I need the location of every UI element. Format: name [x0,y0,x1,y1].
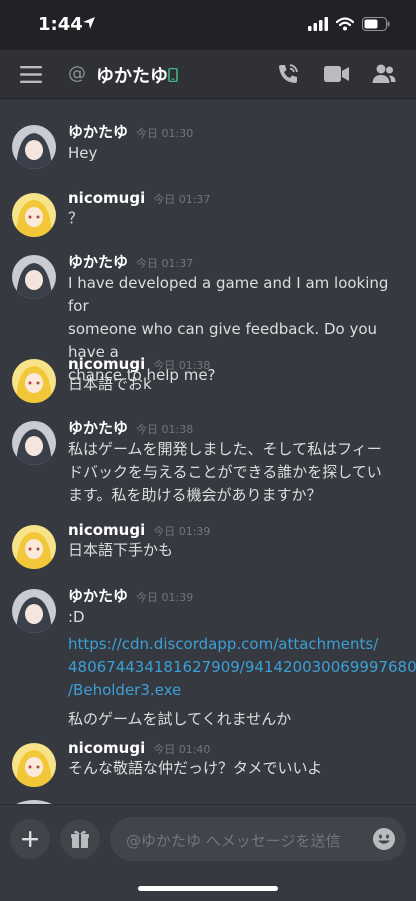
page-title[interactable]: ゆかたゆ [96,62,168,88]
at-icon: @ [68,63,86,84]
message-timestamp: 今日 01:37 [136,257,194,270]
status-icons [308,17,390,31]
attachment-link[interactable]: /Beholder3.exe [68,679,400,702]
attachment-link[interactable]: https://cdn.discordapp.com/attachments/ [68,633,400,656]
message-text: I have developed a game and I am looking… [68,274,394,315]
message-list[interactable]: ゆかたゆ 今日 01:30 Hey nicomugi 今日 01:37 ？ ゆか… [0,99,416,804]
message-text: 私のゲームを試してくれませんか [68,710,292,728]
message-text: 私はゲームを開発しました、そして私はフィー [68,440,382,458]
message-author[interactable]: ゆかたゆ [68,251,128,272]
avatar[interactable] [12,525,56,569]
message: nicomugi 今日 01:37 ？ [0,189,416,237]
attachment-link[interactable]: 480674434181627909/941420030069997680 [68,656,416,679]
voice-call-icon[interactable] [276,62,300,86]
channel-header: @ ゆかたゆ [0,50,416,99]
signal-icon [308,17,328,31]
message-text: 日本語でおk [68,375,152,393]
message: nicomugi 今日 01:39 日本語下手かも [0,521,416,569]
message-timestamp: 今日 01:39 [136,591,194,604]
message-author[interactable]: ゆかたゆ [68,121,128,142]
emoji-icon[interactable] [372,827,396,851]
message-author[interactable]: ゆかたゆ [68,585,128,606]
message: nicomugi 今日 01:38 日本語でおk [0,355,416,403]
message-text: ドバックを与えることができる誰かを探してい [68,463,382,481]
message-text: ？ [68,209,84,227]
message-text: Hey [68,144,98,162]
wifi-icon [336,17,354,31]
video-call-icon[interactable] [324,64,350,84]
message: ゆかたゆ 今日 01:39 :D https://cdn.discordapp.… [0,585,416,731]
message-text: :D [68,608,85,626]
avatar[interactable] [12,255,56,299]
message-author[interactable]: nicomugi [68,739,145,757]
message: ゆかたゆ 今日 01:30 Hey [0,121,416,169]
message-author[interactable]: nicomugi [68,355,145,373]
message-timestamp: 今日 01:37 [153,193,211,206]
message-timestamp: 今日 01:40 [153,743,211,756]
message-text: ます。私を助ける機会がありますか？ [68,486,322,504]
mobile-status-icon [168,68,178,82]
home-indicator[interactable] [138,886,278,891]
plus-icon [22,831,38,847]
message-input-placeholder: @ゆかたゆ へメッセージを送信 [126,832,341,850]
message: nicomugi 今日 01:40 そんな敬語な仲だっけ？タメでいいよ [0,739,416,787]
add-attachment-button[interactable] [10,819,50,859]
message-input[interactable]: @ゆかたゆ へメッセージを送信 [110,817,406,861]
message-timestamp: 今日 01:38 [153,359,211,372]
battery-icon [362,17,390,31]
message-author[interactable]: nicomugi [68,521,145,539]
avatar[interactable] [12,125,56,169]
avatar[interactable] [12,421,56,465]
avatar[interactable] [12,743,56,787]
message-text: 日本語下手かも [68,541,174,559]
message-timestamp: 今日 01:30 [136,127,194,140]
avatar[interactable] [12,359,56,403]
gift-icon [71,830,89,848]
gift-button[interactable] [60,819,100,859]
message-author[interactable]: nicomugi [68,189,145,207]
avatar[interactable] [12,589,56,633]
message: ゆかたゆ 今日 01:38 私はゲームを開発しました、そして私はフィー ドバック… [0,417,416,507]
message-author[interactable]: ゆかたゆ [68,417,128,438]
status-bar: 1:44 [0,0,416,50]
message-timestamp: 今日 01:39 [153,525,211,538]
location-arrow-icon [83,17,95,29]
message-text: そんな敬語な仲だっけ？タメでいいよ [68,759,323,777]
status-time: 1:44 [38,14,83,35]
avatar[interactable] [12,193,56,237]
message-timestamp: 今日 01:38 [136,423,194,436]
menu-icon[interactable] [20,66,42,83]
member-list-icon[interactable] [372,62,396,86]
